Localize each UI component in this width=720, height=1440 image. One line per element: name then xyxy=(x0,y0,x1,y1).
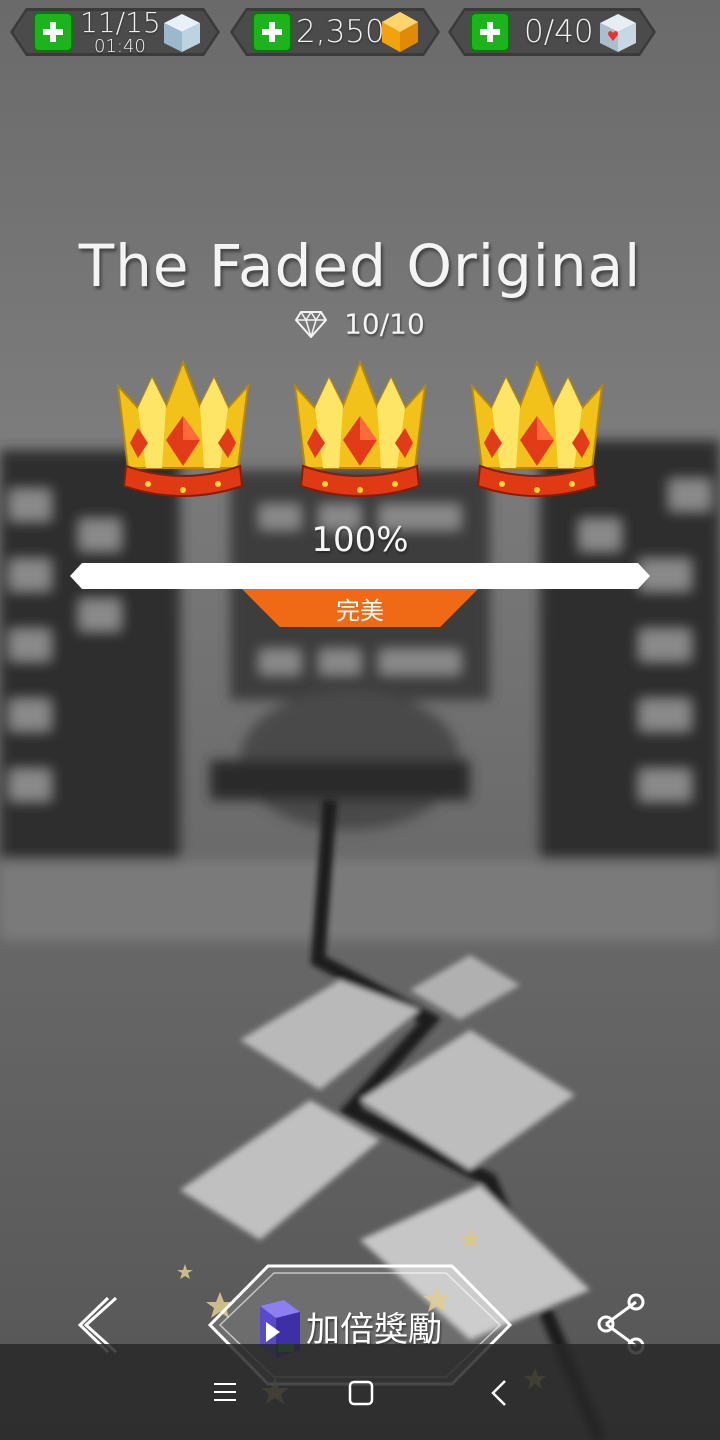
rating-label: 完美 xyxy=(336,597,384,625)
diamond-count: 10/10 xyxy=(0,306,720,341)
add-energy-button[interactable] xyxy=(33,12,73,52)
heart-cube-icon xyxy=(600,14,636,52)
home-icon[interactable] xyxy=(347,1379,375,1407)
crown-icon-2 xyxy=(293,359,427,497)
orange-gem-icon xyxy=(382,12,418,52)
progress-bar xyxy=(70,563,650,589)
add-hearts-button[interactable] xyxy=(470,12,510,52)
heart-value: 0/40 xyxy=(524,14,594,50)
game-background-scene xyxy=(0,0,720,1440)
menu-icon[interactable] xyxy=(212,1380,238,1404)
energy-value: 11/15 xyxy=(80,6,161,39)
level-title: The Faded Original xyxy=(78,232,642,300)
crown-icon-1 xyxy=(116,359,250,497)
diamond-icon xyxy=(294,310,328,340)
diamond-count-value: 10/10 xyxy=(344,307,425,341)
add-gems-button[interactable] xyxy=(252,12,292,52)
completion-percent: 100% xyxy=(311,520,409,560)
energy-timer: 01:40 xyxy=(94,36,146,57)
gem-value: 2,350 xyxy=(296,14,385,50)
back-icon[interactable] xyxy=(487,1378,511,1408)
crown-icon-3 xyxy=(470,359,604,497)
blue-cube-icon xyxy=(164,14,200,52)
